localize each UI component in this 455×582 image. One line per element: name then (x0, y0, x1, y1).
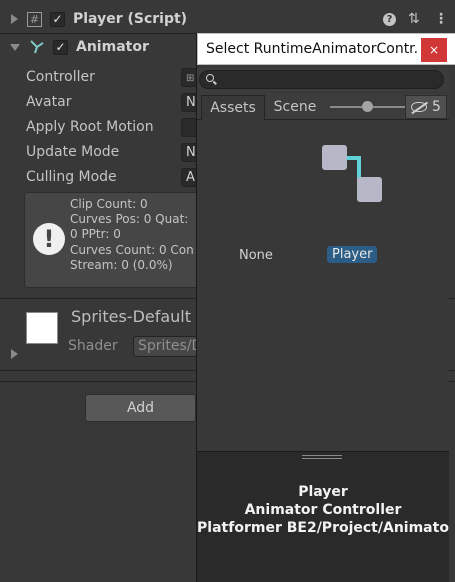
script-icon: # (27, 11, 42, 27)
more-options-icon[interactable]: ⋮ (434, 11, 448, 27)
picker-preview-area: Player Animator Controller Platformer BE… (197, 451, 449, 582)
script-component-title: Player (Script) (73, 11, 188, 27)
object-picker-window: Select RuntimeAnimatorContr... × Assets … (196, 33, 455, 582)
animator-controller-icon (322, 145, 382, 202)
culling-mode-label: Culling Mode (26, 169, 117, 185)
item-none[interactable]: None (239, 248, 273, 263)
add-component-button[interactable]: Add (85, 394, 196, 422)
info-line: Curves Pos: 0 Quat: (70, 212, 189, 227)
preview-asset-path: Platformer BE2/Project/Animato (197, 520, 449, 536)
info-line: Stream: 0 (0.0%) (70, 257, 173, 272)
resize-handle[interactable] (302, 455, 342, 456)
resize-handle[interactable] (302, 458, 342, 459)
picker-tabs: Assets Scene 5 (197, 93, 449, 120)
info-line: Curves Count: 0 Con (70, 242, 194, 257)
animator-enabled-checkbox[interactable]: ✓ (53, 39, 68, 55)
controller-label: Controller (26, 69, 95, 85)
info-line: Clip Count: 0 (70, 197, 148, 211)
preview-asset-name: Player (298, 484, 348, 500)
info-lines: Clip Count: 0 Curves Pos: 0 Quat: 0 PPtr… (70, 197, 194, 273)
apply-root-motion-label: Apply Root Motion (26, 119, 154, 135)
picker-grid: None Player (197, 121, 449, 451)
animator-controller-icon: ⊞ (186, 73, 195, 84)
picker-titlebar[interactable]: Select RuntimeAnimatorContr... × (197, 33, 455, 65)
animator-icon (29, 39, 45, 55)
picker-title: Select RuntimeAnimatorContr... (206, 41, 418, 57)
tab-scene[interactable]: Scene (269, 95, 321, 120)
search-icon (206, 74, 214, 82)
update-mode-label: Update Mode (26, 144, 120, 160)
animator-component-title: Animator (76, 39, 149, 55)
shader-label: Shader (68, 338, 118, 354)
foldout-arrow-icon[interactable] (10, 43, 20, 51)
player-item[interactable]: Player (321, 141, 385, 267)
avatar-label: Avatar (26, 94, 72, 110)
foldout-arrow-icon[interactable] (11, 14, 18, 24)
shader-dropdown[interactable]: Sprites/D (133, 336, 197, 357)
info-warning-icon: ! (33, 223, 65, 255)
presets-icon[interactable]: ⇅ (408, 11, 420, 27)
preview-asset-type: Animator Controller (244, 502, 402, 518)
tab-assets[interactable]: Assets (201, 95, 265, 120)
script-enabled-checkbox[interactable]: ✓ (50, 11, 65, 27)
hidden-packages-count: 5 (432, 99, 441, 115)
material-preview-thumbnail (26, 312, 58, 344)
help-icon[interactable]: ? (383, 12, 396, 26)
hidden-packages-toggle[interactable]: 5 (405, 95, 447, 119)
close-button[interactable]: × (421, 38, 447, 62)
search-bar (197, 68, 449, 92)
icon-size-slider-thumb[interactable] (362, 101, 373, 112)
script-component-header[interactable]: # ✓ Player (Script) ? ⇅ ⋮ (0, 8, 455, 30)
item-player-label: Player (327, 246, 378, 263)
material-foldout-arrow-icon[interactable] (11, 349, 18, 359)
material-name: Sprites-Default (71, 307, 192, 326)
search-input[interactable] (199, 70, 444, 89)
info-line: 0 PPtr: 0 (70, 227, 121, 242)
